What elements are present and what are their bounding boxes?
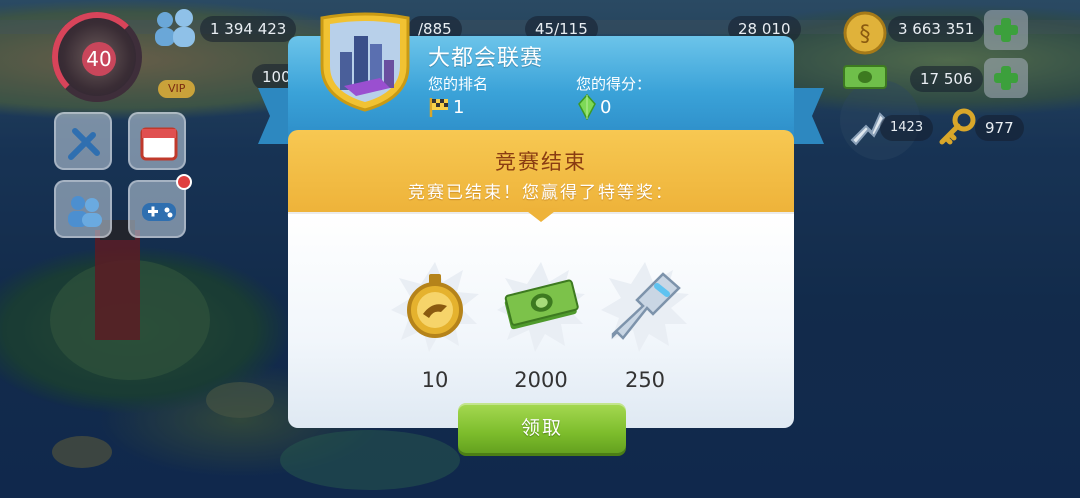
reward-quantity: 250	[624, 368, 666, 392]
contest-result-dialog: 大都会联赛 您的排名 您的得分： 1 0 竞赛结束 竞赛已结束！您赢得了特等奖：…	[258, 12, 824, 453]
banner-title: 竞赛结束	[495, 150, 587, 174]
platinum-keys-counter: 1423	[880, 115, 934, 141]
checkered-flag-icon	[429, 98, 448, 117]
friends-button[interactable]	[54, 180, 112, 238]
league-shield-icon	[320, 12, 410, 112]
gamepad-icon	[142, 203, 176, 221]
reward-quantity: 10	[421, 368, 449, 392]
simcash-bill-icon	[843, 65, 887, 89]
league-title: 大都会联赛	[428, 46, 544, 71]
add-simoleons-button[interactable]	[984, 10, 1028, 50]
population-counter: 1 394 423	[200, 16, 297, 42]
svg-text:§: §	[860, 22, 871, 47]
speedup-token-icon	[391, 262, 479, 352]
tools-icon	[68, 128, 100, 160]
rank-value: 1	[453, 97, 465, 118]
score-value: 0	[600, 97, 612, 118]
rank-label: 您的排名	[428, 75, 489, 93]
population-icon	[155, 9, 195, 47]
sim-gem-icon	[578, 94, 596, 120]
claim-button[interactable]: 领取	[458, 403, 626, 453]
simcash-counter: 17 506	[910, 66, 983, 92]
reward-item: 2000	[486, 250, 596, 400]
reward-quantity: 2000	[514, 368, 568, 392]
calendar-icon	[140, 127, 178, 161]
simoleon-cash-icon	[497, 262, 585, 352]
simoleons-counter: 3 663 351	[888, 16, 985, 42]
score-label: 您的得分：	[576, 75, 652, 93]
platinum-key-icon	[601, 262, 689, 352]
golden-keys-counter: 977	[975, 115, 1024, 141]
golden-key-hud-icon	[939, 108, 976, 145]
vip-badge[interactable]: VIP	[158, 80, 196, 98]
level-badge: 40	[82, 42, 116, 76]
add-simcash-button[interactable]	[984, 58, 1028, 98]
banner-pointer	[523, 208, 559, 222]
notification-dot	[176, 174, 192, 190]
banner-subtitle: 竞赛已结束！您赢得了特等奖：	[408, 183, 674, 203]
simoleon-coin-icon: §	[843, 11, 887, 55]
reward-item: 10	[380, 250, 490, 400]
reward-item: 250	[590, 250, 700, 400]
build-menu-button[interactable]	[54, 112, 112, 170]
events-calendar-button[interactable]	[128, 112, 186, 170]
friends-icon	[68, 196, 102, 227]
level-ring[interactable]: 40	[52, 12, 142, 102]
games-button[interactable]	[128, 180, 186, 238]
